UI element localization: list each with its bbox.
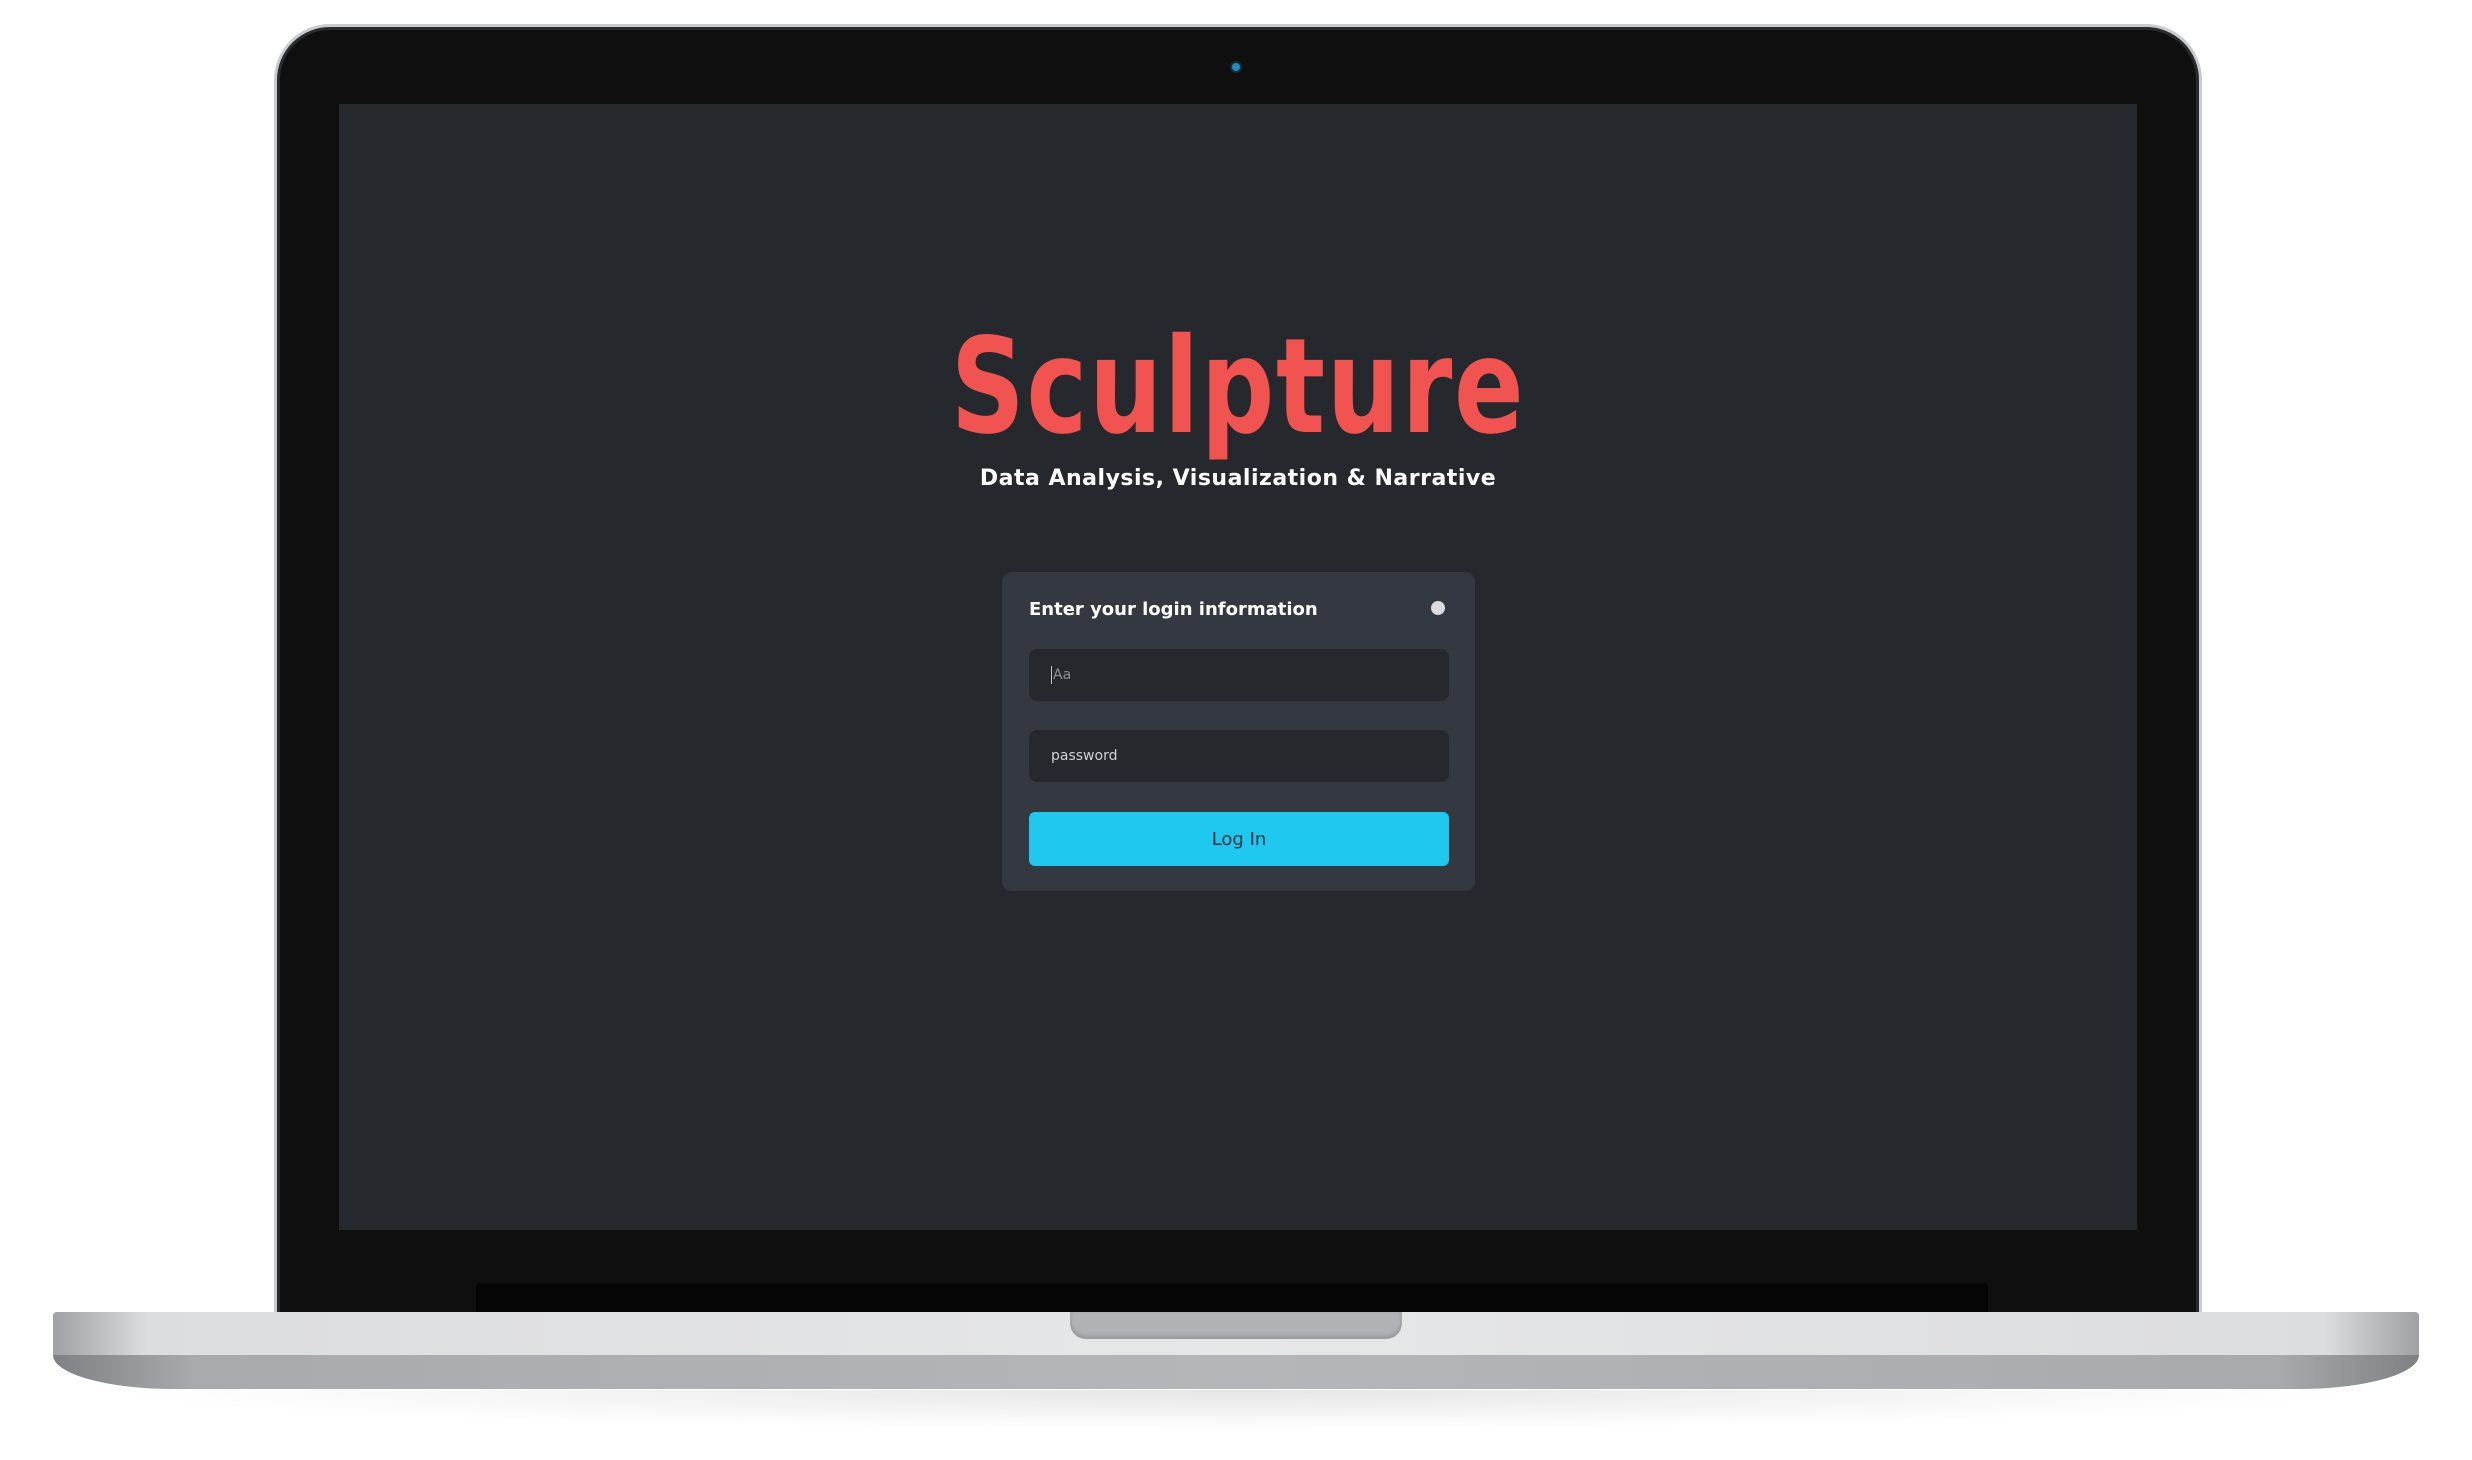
text-caret	[1051, 666, 1052, 684]
username-input[interactable]	[1029, 649, 1449, 701]
login-card-title: Enter your login information	[1029, 599, 1318, 620]
login-screen: Sculpture Data Analysis, Visualization &…	[339, 104, 2137, 1230]
laptop-shadow	[100, 1390, 2372, 1430]
app-tagline: Data Analysis, Visualization & Narrative	[979, 466, 1497, 491]
laptop-lid-notch	[1070, 1312, 1402, 1339]
app-logo: Sculpture	[950, 310, 1526, 464]
laptop-base-bottom	[53, 1355, 2419, 1389]
password-input[interactable]	[1029, 730, 1449, 782]
login-button[interactable]: Log In	[1029, 812, 1449, 866]
status-dot-icon	[1431, 601, 1445, 615]
camera-icon	[1232, 63, 1240, 71]
laptop-mockup: Sculpture Data Analysis, Visualization &…	[0, 0, 2472, 1460]
login-card: Enter your login information Log In	[1002, 572, 1475, 891]
